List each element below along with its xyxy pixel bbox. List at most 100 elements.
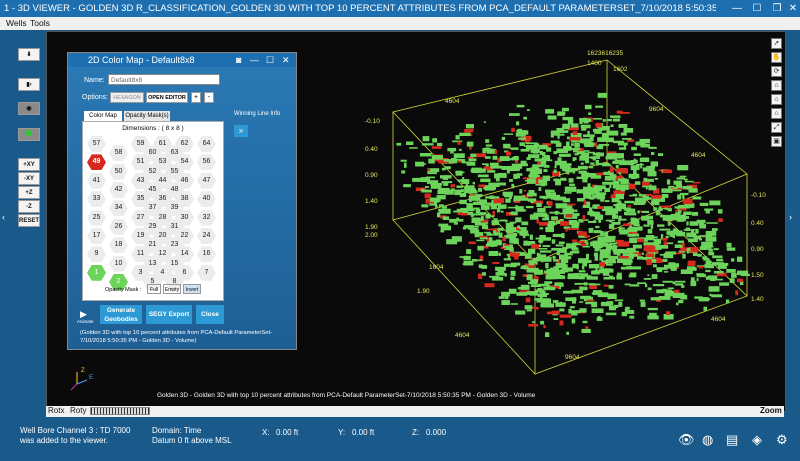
expand-arrows-icon[interactable]: » [234,125,248,137]
fit-view-icon[interactable]: ⌂ [771,108,782,119]
datum-text: Datum 0 ft above MSL [152,436,232,445]
hex-cell-40[interactable]: 40 [197,191,216,208]
tab-color-map[interactable]: Color Map [84,111,122,121]
seismic-voxel [465,124,474,129]
seismic-voxel [528,281,538,284]
mask-invert-button[interactable]: Invert [183,284,201,294]
maximize-button[interactable]: ☐ [748,0,766,17]
dialog-close-icon[interactable]: ✕ [282,53,290,67]
tab-opacity-mask[interactable]: Opacity Mask(s) [124,111,170,121]
seismic-voxel [584,104,592,110]
seismic-voxel [526,275,532,281]
seismic-voxel [509,251,513,257]
seismic-voxel [603,277,615,280]
hex-cell-16[interactable]: 16 [197,246,216,263]
remove-button[interactable]: - [204,92,214,103]
hex-cell-1[interactable]: 1 [87,264,106,281]
hex-cell-10[interactable]: 10 [109,255,128,272]
seismic-voxel [459,132,471,136]
grid-toggle-icon[interactable] [18,128,40,141]
rotate-icon[interactable]: ⟳ [771,66,782,77]
dialog-minimize-button[interactable]: — [250,53,259,67]
hex-cell-41[interactable]: 41 [87,172,106,189]
mask-empty-button[interactable]: Empty [163,284,181,294]
hex-cell-42[interactable]: 42 [109,182,128,198]
cube-view-icon[interactable]: ◈ [752,432,762,448]
seismic-voxel [645,283,648,288]
camera-icon[interactable]: ◙ [236,53,241,67]
hex-cell-25[interactable]: 25 [87,209,106,226]
home-icon[interactable]: ⌂ [771,80,782,91]
hex-cell-47[interactable]: 47 [197,172,216,189]
seismic-voxel [549,211,560,214]
close-button[interactable]: Close [196,305,224,324]
generate-geobodies-button[interactable]: Generate Geobodies [100,305,142,324]
shape-select[interactable]: HEXAGON [110,92,144,103]
seismic-voxel [446,239,458,245]
seismic-voxel [597,206,604,209]
seismic-voxel [601,232,606,236]
hex-cell-32[interactable]: 32 [197,209,216,226]
hex-cell-49[interactable]: 49 [87,154,106,171]
camera-icon[interactable]: ◉ [18,102,40,115]
hex-cell-33[interactable]: 33 [87,191,106,208]
dialog-maximize-button[interactable]: ☐ [266,53,274,67]
eye-icon[interactable]: 👁 [678,432,695,448]
close-icon[interactable]: ✕ [784,0,800,17]
import-icon[interactable]: ⬇ [18,48,40,61]
seismic-voxel [582,215,586,221]
home-view-icon[interactable]: ⌂ [771,94,782,105]
hex-cell-24[interactable]: 24 [197,228,216,244]
view-plus-z-button[interactable]: +Z [18,186,40,199]
pointer-icon[interactable]: ➚ [771,38,782,49]
export-icon[interactable]: ▮› [18,78,40,91]
hex-cell-50[interactable]: 50 [109,163,128,180]
open-editor-button[interactable]: OPEN EDITOR [146,92,188,103]
view-minus-xy-button[interactable]: -XY [18,172,40,185]
seismic-voxel [466,249,472,255]
roty-dial[interactable] [90,407,150,415]
hex-cell-17[interactable]: 17 [87,228,106,244]
settings-icon[interactable]: ⚙ [776,432,788,448]
seismic-voxel [691,212,699,216]
seismic-voxel [517,225,521,228]
seismic-voxel [572,131,578,135]
hex-cell-56[interactable]: 56 [197,154,216,171]
seismic-voxel [499,156,510,161]
seismic-voxel [646,253,655,257]
hex-cell-34[interactable]: 34 [109,200,128,217]
hex-cell-26[interactable]: 26 [109,218,128,235]
name-input[interactable]: Default8x8 [108,74,220,85]
minimize-button[interactable]: — [728,0,746,17]
expand-icon[interactable]: ⤢ [771,122,782,133]
seismic-voxel [630,165,640,171]
map-icon[interactable]: ▤ [726,432,738,448]
seismic-voxel [665,235,670,238]
menu-wells[interactable]: Wells [6,18,27,28]
hex-cell-7[interactable]: 7 [197,264,216,281]
add-button[interactable]: + [191,92,201,103]
collapse-left-icon[interactable]: ‹ [2,212,5,222]
view-plus-xy-button[interactable]: +XY [18,158,40,171]
globe-icon[interactable]: ◍ [702,432,713,448]
hex-cell-9[interactable]: 9 [87,246,106,263]
seismic-voxel [579,286,588,291]
segy-export-button[interactable]: SEGY Export [146,305,192,324]
hex-cell-58[interactable]: 58 [109,145,128,162]
reset-view-button[interactable]: RESET [18,214,40,227]
mask-full-button[interactable]: Full [147,284,161,294]
view-minus-z-button[interactable]: -Z [18,200,40,213]
seismic-voxel [510,276,515,281]
seismic-voxel [444,166,451,170]
hex-cell-18[interactable]: 18 [109,237,128,254]
hex-cell-64[interactable]: 64 [197,136,216,152]
seismic-voxel [609,115,621,118]
menu-tools[interactable]: Tools [30,18,50,28]
cube-icon[interactable]: ▣ [771,136,782,147]
seismic-voxel [672,187,678,190]
seismic-voxel [468,158,477,162]
seismic-voxel [505,219,508,223]
hex-cell-57[interactable]: 57 [87,136,106,152]
collapse-right-icon[interactable]: › [789,212,792,222]
pan-hand-icon[interactable]: ✋ [771,52,782,63]
